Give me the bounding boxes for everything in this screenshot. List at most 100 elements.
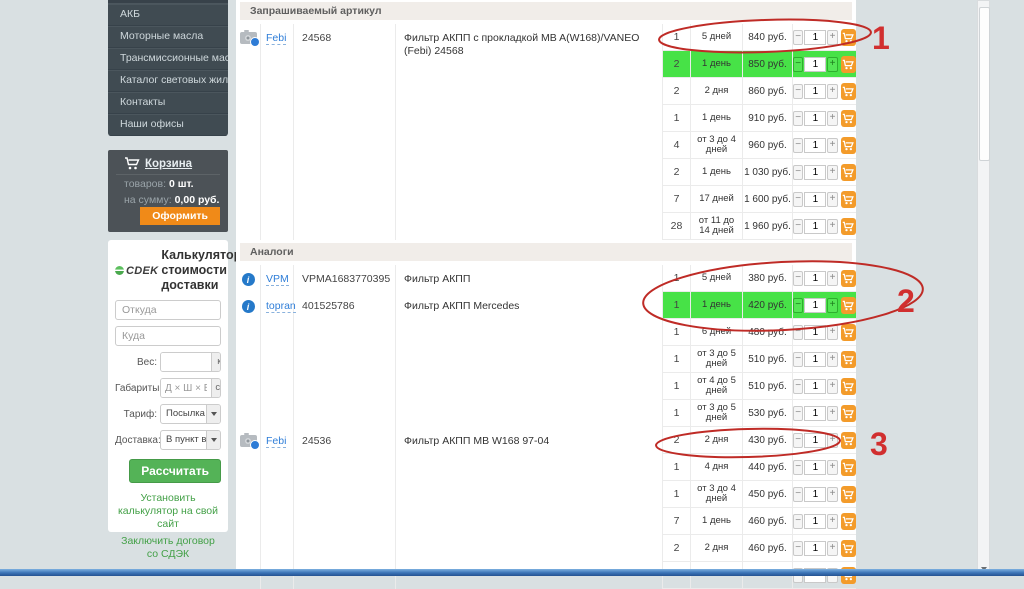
add-to-cart-button[interactable] (841, 164, 856, 181)
qty-input[interactable] (804, 192, 826, 207)
add-to-cart-button[interactable] (841, 324, 856, 341)
brand-link[interactable]: VPM (266, 273, 289, 286)
tariff-select[interactable]: Посылка (160, 404, 221, 424)
qty-input[interactable] (804, 406, 826, 421)
qty-increase-button[interactable]: + (827, 111, 837, 126)
info-icon[interactable]: i (242, 300, 255, 313)
qty-input[interactable] (804, 352, 826, 367)
qty-increase-button[interactable]: + (827, 192, 837, 207)
qty-increase-button[interactable]: + (827, 514, 837, 529)
sidebar-item-offices[interactable]: Наши офисы (108, 114, 228, 136)
qty-decrease-button[interactable]: − (793, 487, 803, 502)
sidebar-item-contacts[interactable]: Контакты (108, 92, 228, 114)
calculate-button[interactable]: Рассчитать (129, 459, 221, 483)
qty-decrease-button[interactable]: − (793, 192, 803, 207)
add-to-cart-button[interactable] (841, 218, 856, 235)
sidebar-item-vests-catalog[interactable]: Каталог световых жилетов (108, 70, 228, 92)
qty-input[interactable] (804, 271, 826, 286)
qty-input[interactable] (804, 30, 826, 45)
qty-increase-button[interactable]: + (827, 57, 837, 72)
qty-increase-button[interactable]: + (827, 298, 837, 313)
add-to-cart-button[interactable] (841, 351, 856, 368)
qty-increase-button[interactable]: + (827, 487, 837, 502)
qty-decrease-button[interactable]: − (793, 111, 803, 126)
qty-decrease-button[interactable]: − (793, 298, 803, 313)
qty-input[interactable] (804, 460, 826, 475)
dimensions-input[interactable] (161, 379, 211, 397)
chevron-down-icon[interactable] (206, 431, 220, 449)
page-scrollbar[interactable] (977, 0, 990, 576)
qty-increase-button[interactable]: + (827, 541, 837, 556)
add-to-cart-button[interactable] (841, 56, 856, 73)
qty-decrease-button[interactable]: − (793, 57, 803, 72)
add-to-cart-button[interactable] (841, 137, 856, 154)
qty-input[interactable] (804, 165, 826, 180)
qty-input[interactable] (804, 57, 826, 72)
qty-decrease-button[interactable]: − (793, 541, 803, 556)
qty-input[interactable] (804, 433, 826, 448)
checkout-button[interactable]: Оформить (140, 207, 220, 225)
add-to-cart-button[interactable] (841, 405, 856, 422)
sidebar-item-motor-oils[interactable]: Моторные масла (108, 26, 228, 48)
cart-link[interactable]: Корзина (145, 158, 192, 170)
chevron-down-icon[interactable] (206, 405, 220, 423)
qty-increase-button[interactable]: + (827, 165, 837, 180)
add-to-cart-button[interactable] (841, 432, 856, 449)
qty-decrease-button[interactable]: − (793, 352, 803, 367)
qty-decrease-button[interactable]: − (793, 433, 803, 448)
qty-decrease-button[interactable]: − (793, 406, 803, 421)
brand-link[interactable]: topran (266, 300, 296, 313)
add-to-cart-button[interactable] (841, 191, 856, 208)
sidebar-item-akb[interactable]: АКБ (108, 4, 228, 26)
qty-input[interactable] (804, 219, 826, 234)
qty-increase-button[interactable]: + (827, 433, 837, 448)
add-to-cart-button[interactable] (841, 29, 856, 46)
qty-decrease-button[interactable]: − (793, 165, 803, 180)
add-to-cart-button[interactable] (841, 270, 856, 287)
sidebar-item-transmission-oils[interactable]: Трансмиссионные масла (108, 48, 228, 70)
qty-input[interactable] (804, 487, 826, 502)
qty-increase-button[interactable]: + (827, 325, 837, 340)
add-to-cart-button[interactable] (841, 110, 856, 127)
qty-decrease-button[interactable]: − (793, 271, 803, 286)
qty-increase-button[interactable]: + (827, 30, 837, 45)
photo-icon[interactable] (240, 435, 257, 447)
qty-input[interactable] (804, 138, 826, 153)
add-to-cart-button[interactable] (841, 540, 856, 557)
qty-decrease-button[interactable]: − (793, 30, 803, 45)
qty-decrease-button[interactable]: − (793, 138, 803, 153)
scrollbar-thumb[interactable] (979, 7, 990, 161)
qty-input[interactable] (804, 514, 826, 529)
brand-link[interactable]: Febi (266, 435, 286, 448)
qty-input[interactable] (804, 325, 826, 340)
qty-increase-button[interactable]: + (827, 406, 837, 421)
origin-input[interactable] (115, 300, 221, 320)
add-to-cart-button[interactable] (841, 513, 856, 530)
qty-decrease-button[interactable]: − (793, 84, 803, 99)
qty-increase-button[interactable]: + (827, 138, 837, 153)
delivery-select[interactable]: В пункт выд. (160, 430, 221, 450)
destination-input[interactable] (115, 326, 221, 346)
qty-decrease-button[interactable]: − (793, 379, 803, 394)
qty-decrease-button[interactable]: − (793, 460, 803, 475)
weight-input[interactable] (161, 353, 211, 371)
install-calculator-link[interactable]: Установить калькулятор на свой сайт (115, 492, 221, 531)
qty-input[interactable] (804, 379, 826, 394)
qty-input[interactable] (804, 84, 826, 99)
add-to-cart-button[interactable] (841, 486, 856, 503)
add-to-cart-button[interactable] (841, 459, 856, 476)
qty-increase-button[interactable]: + (827, 379, 837, 394)
qty-increase-button[interactable]: + (827, 219, 837, 234)
info-icon[interactable]: i (242, 273, 255, 286)
brand-link[interactable]: Febi (266, 32, 286, 45)
qty-increase-button[interactable]: + (827, 84, 837, 99)
qty-increase-button[interactable]: + (827, 460, 837, 475)
qty-decrease-button[interactable]: − (793, 325, 803, 340)
qty-decrease-button[interactable]: − (793, 219, 803, 234)
add-to-cart-button[interactable] (841, 378, 856, 395)
qty-input[interactable] (804, 111, 826, 126)
add-to-cart-button[interactable] (841, 297, 856, 314)
qty-input[interactable] (804, 541, 826, 556)
add-to-cart-button[interactable] (841, 83, 856, 100)
photo-icon[interactable] (240, 32, 257, 44)
